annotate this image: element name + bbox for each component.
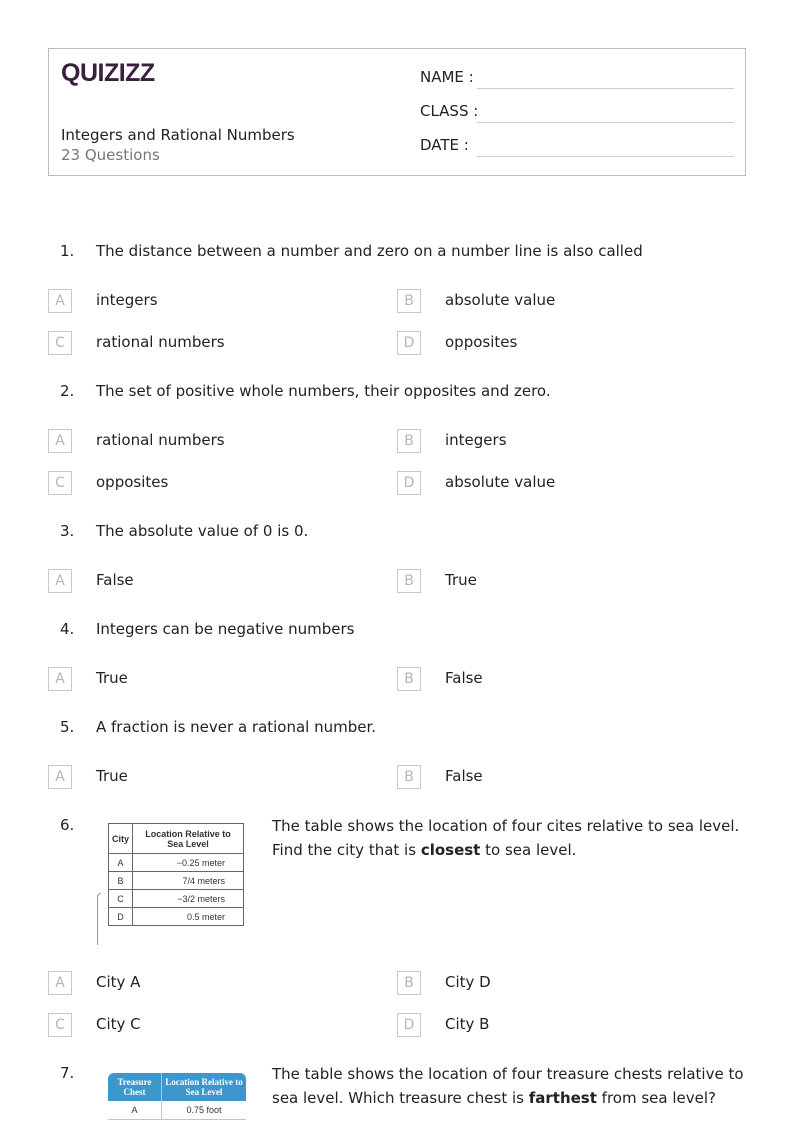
- date-field[interactable]: DATE :: [420, 136, 734, 158]
- question-text-emphasis: closest: [420, 841, 481, 859]
- question-text: The set of positive whole numbers, their…: [96, 382, 551, 400]
- class-label: CLASS :: [420, 102, 479, 120]
- table-cell: 7/4 meters: [132, 871, 244, 890]
- question-text: The absolute value of 0 is 0.: [96, 522, 309, 540]
- table-row: A 0.75 foot: [108, 1101, 246, 1120]
- option-text: integers: [96, 291, 158, 309]
- option-letter-box: D: [397, 331, 421, 355]
- question-number: 3.: [60, 522, 75, 540]
- option-letter-box: A: [48, 569, 72, 593]
- option-letter-box: A: [48, 971, 72, 995]
- table-row: D 0.5 meter: [107, 907, 244, 926]
- table-cell: 0.75 foot: [161, 1101, 246, 1120]
- worksheet-title: Integers and Rational Numbers: [61, 126, 295, 144]
- table-row: B 7/4 meters: [107, 871, 244, 890]
- question-text-post: to sea level.: [480, 841, 577, 859]
- option-text: absolute value: [445, 291, 556, 309]
- option-letter-box: B: [397, 765, 421, 789]
- question-text: Integers can be negative numbers: [96, 620, 355, 638]
- option-text: City B: [445, 1015, 490, 1033]
- question-text: The table shows the location of four tre…: [272, 1062, 746, 1110]
- question-number: 7.: [60, 1064, 75, 1082]
- table-header: Location Relative to Sea Level: [161, 1073, 246, 1101]
- image-crop-bracket: [97, 893, 101, 945]
- name-field[interactable]: NAME :: [420, 68, 734, 90]
- question-text: The table shows the location of four cit…: [272, 814, 746, 862]
- question-text-emphasis: farthest: [528, 1089, 597, 1107]
- table-row: C −3/2 meters: [107, 889, 244, 908]
- question-number: 2.: [60, 382, 75, 400]
- question-text: A fraction is never a rational number.: [96, 718, 377, 736]
- option-text: False: [445, 767, 483, 785]
- option-letter-box: C: [48, 331, 72, 355]
- option-text: False: [96, 571, 134, 589]
- option-text: True: [96, 767, 128, 785]
- question-number: 5.: [60, 718, 75, 736]
- option-text: True: [445, 571, 477, 589]
- table-cell: −3/2 meters: [132, 889, 244, 908]
- option-text: City D: [445, 973, 491, 991]
- table-cell: 0.5 meter: [132, 907, 244, 926]
- option-text: City C: [96, 1015, 141, 1033]
- option-letter-box: B: [397, 971, 421, 995]
- option-text: opposites: [445, 333, 518, 351]
- option-letter-box: C: [48, 471, 72, 495]
- city-location-table: City Location Relative to Sea Level A −0.…: [107, 823, 244, 926]
- table-cell: A: [107, 853, 134, 872]
- question-number: 1.: [60, 242, 75, 260]
- table-header: Location Relative to Sea Level: [132, 823, 244, 854]
- option-letter-box: A: [48, 765, 72, 789]
- option-text: True: [96, 669, 128, 687]
- option-letter-box: C: [48, 1013, 72, 1037]
- table-header: City: [107, 823, 134, 854]
- question-count: 23 Questions: [61, 146, 160, 164]
- date-label: DATE :: [420, 136, 469, 154]
- question-text-post: from sea level?: [596, 1089, 716, 1107]
- option-text: City A: [96, 973, 141, 991]
- class-line[interactable]: [477, 122, 734, 123]
- option-letter-box: D: [397, 1013, 421, 1037]
- table-cell: B: [107, 871, 134, 890]
- name-label: NAME :: [420, 68, 474, 86]
- table-cell: −0.25 meter: [132, 853, 244, 872]
- option-text: rational numbers: [96, 431, 225, 449]
- question-text: The distance between a number and zero o…: [96, 242, 643, 260]
- table-header: Treasure Chest: [108, 1073, 162, 1101]
- worksheet-header: QUIZIZZ Integers and Rational Numbers 23…: [48, 48, 746, 176]
- option-text: opposites: [96, 473, 169, 491]
- option-letter-box: A: [48, 289, 72, 313]
- date-line[interactable]: [477, 156, 734, 157]
- option-text: integers: [445, 431, 507, 449]
- question-number: 4.: [60, 620, 75, 638]
- table-cell: A: [108, 1101, 162, 1120]
- option-letter-box: B: [397, 429, 421, 453]
- option-text: absolute value: [445, 473, 556, 491]
- table-cell: D: [107, 907, 134, 926]
- table-cell: C: [107, 889, 134, 908]
- option-letter-box: D: [397, 471, 421, 495]
- option-text: False: [445, 669, 483, 687]
- question-number: 6.: [60, 816, 75, 834]
- option-letter-box: B: [397, 289, 421, 313]
- class-field[interactable]: CLASS :: [420, 102, 734, 124]
- name-line[interactable]: [477, 88, 734, 89]
- option-letter-box: B: [397, 667, 421, 691]
- option-letter-box: A: [48, 429, 72, 453]
- quizizz-logo: QUIZIZZ: [61, 59, 155, 87]
- option-letter-box: A: [48, 667, 72, 691]
- treasure-chest-table: Treasure Chest Location Relative to Sea …: [108, 1073, 246, 1120]
- table-row: A −0.25 meter: [107, 853, 244, 872]
- option-text: rational numbers: [96, 333, 225, 351]
- option-letter-box: B: [397, 569, 421, 593]
